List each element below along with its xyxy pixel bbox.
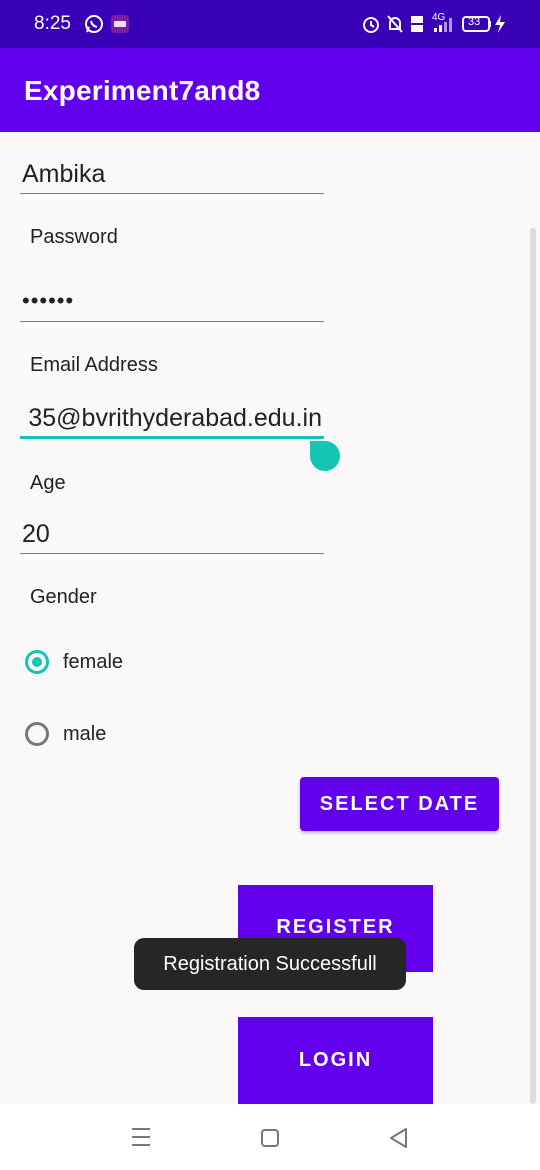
alarm-icon: [363, 17, 379, 33]
recent-apps-icon[interactable]: [131, 1126, 151, 1148]
password-label: Password: [30, 226, 118, 248]
radio-female-label[interactable]: female: [63, 651, 123, 674]
back-icon[interactable]: [388, 1127, 410, 1149]
password-input[interactable]: ••••••: [22, 288, 74, 314]
toast-message: Registration Successfull: [134, 938, 406, 990]
app-bar: Experiment7and8: [0, 48, 540, 132]
status-time: 8:25: [34, 13, 71, 34]
battery-level: 33: [468, 16, 481, 28]
login-button[interactable]: LOGIN: [238, 1017, 433, 1104]
age-label: Age: [30, 472, 66, 494]
name-input-underline: [20, 193, 324, 194]
select-date-button[interactable]: SELECT DATE: [300, 777, 499, 831]
gender-label: Gender: [30, 586, 97, 608]
email-input[interactable]: 35@bvrithyderabad.edu.in: [20, 398, 324, 438]
email-label: Email Address: [30, 354, 158, 376]
notifications-off-icon: [387, 15, 403, 33]
age-input[interactable]: 20: [22, 520, 50, 549]
scrollbar[interactable]: [530, 228, 536, 1104]
charging-icon: [495, 15, 505, 33]
email-input-focus-line: [20, 436, 324, 439]
password-input-underline: [20, 321, 324, 322]
home-icon[interactable]: [260, 1128, 280, 1148]
name-input[interactable]: Ambika: [22, 160, 105, 189]
navigation-bar: [0, 1104, 540, 1170]
status-bar: 8:25 4G 33: [0, 0, 540, 48]
radio-female-button[interactable]: [25, 650, 49, 674]
radio-female-dot: [32, 657, 42, 667]
email-input-value: 35@bvrithyderabad.edu.in: [28, 404, 322, 432]
dob-hint: Date of birth: [30, 789, 139, 811]
radio-male-label[interactable]: male: [63, 723, 106, 746]
age-input-underline: [20, 553, 324, 554]
yono-app-icon: [111, 15, 129, 33]
whatsapp-icon: [85, 15, 103, 33]
app-title: Experiment7and8: [24, 75, 261, 106]
signal-icon: [434, 18, 452, 32]
volte-icon: [411, 16, 423, 32]
text-cursor-handle[interactable]: [310, 441, 340, 471]
radio-male-button[interactable]: [25, 722, 49, 746]
